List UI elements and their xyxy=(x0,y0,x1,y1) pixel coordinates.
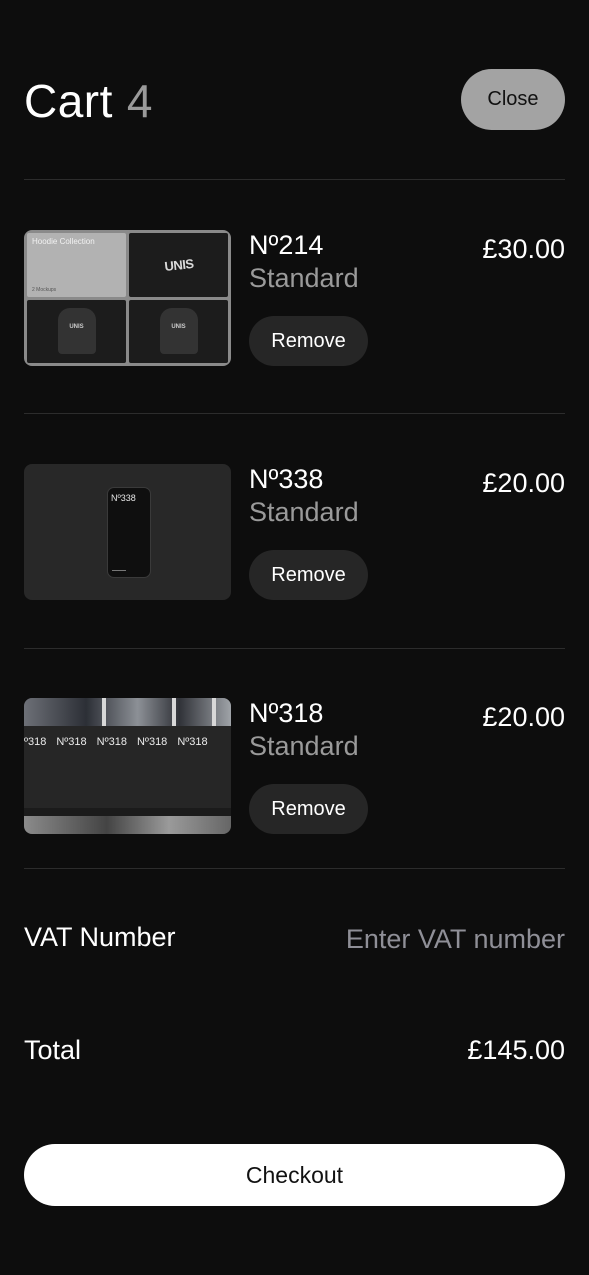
poster-label: Nº318 xyxy=(56,736,87,748)
cart-header: Cart 4 Close xyxy=(24,68,565,132)
thumbnail-hoodie-back: UNIS xyxy=(129,299,228,363)
poster-labels: Nº318 Nº318 Nº318 Nº318 Nº318 xyxy=(24,736,218,748)
item-name: Nº338 xyxy=(249,464,324,494)
hoodie-shape: UNIS xyxy=(57,308,96,355)
thumbnail-print-text: UNIS xyxy=(163,255,194,274)
vat-label: VAT Number xyxy=(24,922,176,952)
cart-title-text: Cart xyxy=(24,75,113,127)
phone-screen-text: Nº338 xyxy=(111,493,136,503)
thumbnail-title: Hoodie Collection xyxy=(32,237,95,246)
item-name: Nº214 xyxy=(249,230,324,260)
cart-item: Nº338 Nº338 Standard £20.00 Remove xyxy=(24,464,565,600)
total-label: Total xyxy=(24,1035,82,1065)
hoodie-print-text: UNIS xyxy=(171,324,186,331)
phone-screen-line xyxy=(112,570,126,571)
street-post xyxy=(212,698,216,726)
remove-button[interactable]: Remove xyxy=(249,316,368,366)
cart-item: Hoodie Collection 2 Mockups UNIS UNIS UN… xyxy=(24,230,565,366)
cart-item: Nº318 Nº318 Nº318 Nº318 Nº318 Nº318 Standard… xyxy=(24,698,565,834)
hoodie-shape: UNIS xyxy=(159,308,198,355)
phone-mockup: Nº338 xyxy=(107,487,151,578)
divider xyxy=(24,648,565,649)
divider xyxy=(24,413,565,414)
poster-label: Nº318 xyxy=(96,736,127,748)
remove-button[interactable]: Remove xyxy=(249,784,368,834)
item-name: Nº318 xyxy=(249,698,324,728)
poster-label: Nº318 xyxy=(24,736,47,748)
product-thumbnail[interactable]: Nº318 Nº318 Nº318 Nº318 Nº318 xyxy=(24,698,231,834)
close-button[interactable]: Close xyxy=(461,69,565,130)
hoodie-print-text: UNIS xyxy=(69,324,84,331)
product-thumbnail[interactable]: Hoodie Collection 2 Mockups UNIS UNIS UN… xyxy=(24,230,231,366)
street-background xyxy=(24,698,231,726)
thumbnail-subtitle: 2 Mockups xyxy=(32,286,57,293)
thumbnail-hoodie-front: UNIS xyxy=(27,299,126,363)
poster-label: Nº318 xyxy=(177,736,208,748)
street-post xyxy=(172,698,176,726)
item-price: £30.00 xyxy=(482,234,565,264)
total-value: £145.00 xyxy=(467,1035,565,1065)
checkout-button[interactable]: Checkout xyxy=(24,1144,565,1206)
cart-panel: Cart 4 Close Hoodie Collection 2 Mockups … xyxy=(0,0,589,1275)
item-variant: Standard xyxy=(249,731,359,761)
product-thumbnail[interactable]: Nº338 xyxy=(24,464,231,600)
divider xyxy=(24,179,565,180)
item-variant: Standard xyxy=(249,263,359,293)
street-post xyxy=(102,698,106,726)
poster-label: Nº318 xyxy=(136,736,168,748)
thumbnail-grid: Hoodie Collection 2 Mockups UNIS UNIS UN… xyxy=(27,233,228,363)
cart-item-count: 4 xyxy=(126,75,153,127)
remove-button[interactable]: Remove xyxy=(249,550,368,600)
vat-number-input[interactable] xyxy=(305,919,565,959)
street-poster-mockup: Nº318 Nº318 Nº318 Nº318 Nº318 xyxy=(24,698,231,834)
item-variant: Standard xyxy=(249,497,359,527)
cart-title: Cart 4 xyxy=(24,74,153,128)
street-ground xyxy=(24,816,231,834)
thumbnail-closeup: UNIS xyxy=(129,233,228,297)
item-price: £20.00 xyxy=(482,702,565,732)
thumbnail-cover: Hoodie Collection 2 Mockups xyxy=(27,233,126,297)
divider xyxy=(24,868,565,869)
item-price: £20.00 xyxy=(482,468,565,498)
